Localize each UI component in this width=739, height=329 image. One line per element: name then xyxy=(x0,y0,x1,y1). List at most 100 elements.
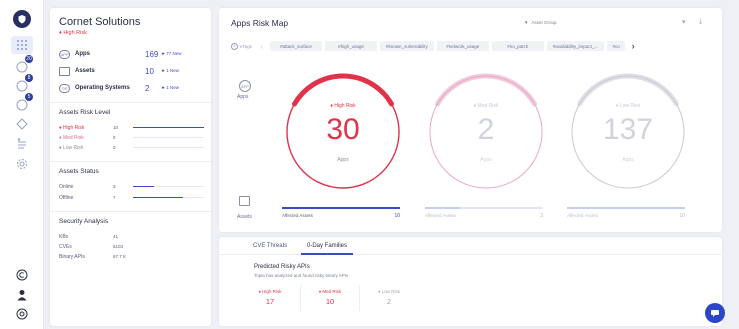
kpi-high-risk[interactable]: ♦ High Risk 17 xyxy=(250,289,290,306)
gauge-high-risk[interactable]: ♦ High Risk 30 Apps xyxy=(282,71,404,193)
asset-row-assets[interactable]: Assets 10 ★ 1 New xyxy=(59,65,205,77)
status-row-offline[interactable]: Offline 7 xyxy=(59,193,204,202)
status-bar xyxy=(133,185,204,188)
asset-count: 10 xyxy=(145,66,154,76)
apps-icon[interactable]: 20 xyxy=(11,55,33,75)
affected-assets-label: Affected Assets xyxy=(567,213,598,218)
affected-assets-bar-low xyxy=(567,207,685,210)
assets-badge: 8 xyxy=(25,74,33,82)
etags-text: eTags xyxy=(240,43,253,49)
predicted-risky-apis-subtitle: Topia has analyzed and found risky binar… xyxy=(254,273,349,278)
divider xyxy=(50,102,211,103)
kpi-low-risk[interactable]: ♦ Low Risk 2 xyxy=(369,289,409,306)
status-count: 7 xyxy=(113,195,116,200)
asset-count: 169 xyxy=(145,49,159,59)
assets-icon[interactable]: 8 xyxy=(11,74,33,94)
security-label: Binary APIs xyxy=(59,253,85,260)
status-bar xyxy=(133,196,204,199)
asset-name: Operating Systems xyxy=(75,85,130,91)
affected-assets-label: Affected Assets xyxy=(425,213,456,218)
alerts-badge: 5 xyxy=(25,93,33,101)
tag-chip[interactable]: #no_patch xyxy=(491,41,544,51)
filter-icon: ▼ xyxy=(524,20,529,25)
panel-title: Apps Risk Map xyxy=(231,18,289,28)
risk-label: ♦ Med Risk xyxy=(59,134,84,141)
divider xyxy=(50,211,211,212)
gauge-arc xyxy=(435,73,537,107)
security-value: 41 xyxy=(113,234,119,239)
affected-assets-bar-high xyxy=(282,207,400,210)
download-icon[interactable]: ⤓ xyxy=(699,18,702,26)
org-name: Cornet Solutions xyxy=(59,16,141,28)
active-tab-indicator xyxy=(301,253,353,255)
tag-chip[interactable]: #network_usage xyxy=(436,41,489,51)
help-icon[interactable] xyxy=(11,305,33,323)
risk-count: 0 xyxy=(113,135,116,140)
alerts-icon[interactable]: 5 xyxy=(11,93,33,113)
asset-row-os[interactable]: OS Operating Systems 2 ★ 1 New xyxy=(59,82,205,94)
scroll-right-icon[interactable]: › xyxy=(628,41,638,51)
security-row-binary-apis[interactable]: Binary APIs 67.7 K xyxy=(59,252,204,261)
gauge-label: ♦ High Risk xyxy=(330,103,356,109)
affected-assets-count: 3 xyxy=(540,213,543,219)
gauge-label: ♦ Med Risk xyxy=(473,103,499,109)
tag-chip[interactable]: #availability_impact_... xyxy=(546,41,605,51)
security-label: CVEs xyxy=(59,243,72,250)
asset-new: ★ 77 New xyxy=(161,51,182,56)
kpi-med-risk[interactable]: ♦ Med Risk 10 xyxy=(310,289,350,306)
asset-icon xyxy=(59,66,70,76)
assets-row-icon xyxy=(239,196,250,206)
security-row-cves[interactable]: CVEs 6103 xyxy=(59,242,204,251)
affected-assets-bar-med xyxy=(425,207,543,210)
asset-new: ★ 1 New xyxy=(161,85,180,90)
gauge-value: 2 xyxy=(477,113,495,146)
asset-name: Assets xyxy=(75,68,95,74)
tab-cve-threats[interactable]: CVE Threats xyxy=(253,243,287,249)
divider xyxy=(50,161,211,162)
asset-name: Apps xyxy=(75,51,90,57)
kpi-label: ♦ High Risk xyxy=(258,289,282,294)
affected-assets-count: 10 xyxy=(679,213,685,219)
gauge-sub: Apps xyxy=(337,157,349,163)
risk-level-title: Assets Risk Level xyxy=(59,109,111,116)
topia-logo[interactable] xyxy=(13,10,31,28)
security-value: 67.7 K xyxy=(113,254,127,259)
settings-gear-icon[interactable] xyxy=(11,155,33,173)
reports-icon[interactable] xyxy=(11,135,33,153)
asset-group-filter[interactable]: ▼ Asset Group xyxy=(524,20,556,25)
status-count: 3 xyxy=(113,184,116,189)
risk-count: 10 xyxy=(113,125,119,130)
diamond-icon[interactable] xyxy=(11,115,33,133)
chevron-down-icon[interactable]: ▾ xyxy=(682,18,686,26)
kpi-divider xyxy=(359,285,360,311)
security-row-kbs[interactable]: KBs 41 xyxy=(59,232,204,241)
user-icon[interactable] xyxy=(11,286,33,304)
tag-chip[interactable]: #co xyxy=(607,41,626,51)
chat-button[interactable] xyxy=(705,303,725,323)
copyright-icon[interactable] xyxy=(11,266,33,284)
gauge-low-risk[interactable]: ♦ Low Risk 137 Apps xyxy=(567,71,689,193)
dashboard-icon[interactable] xyxy=(11,36,33,54)
asset-row-apps[interactable]: APP Apps 169 ★ 77 New xyxy=(59,48,205,60)
tag-chip[interactable]: #known_vulnerability xyxy=(380,41,434,51)
scroll-left-icon[interactable]: ‹ xyxy=(257,42,267,51)
app-icon: APP xyxy=(59,49,70,59)
tag-chip[interactable]: #attack_surface xyxy=(270,41,323,51)
risk-row-low[interactable]: ♦ Low Risk 0 xyxy=(59,143,204,152)
risk-row-med[interactable]: ♦ Med Risk 0 xyxy=(59,133,204,142)
chat-icon xyxy=(711,310,719,317)
risk-label: ♦ Low Risk xyxy=(59,144,84,151)
apps-badge: 20 xyxy=(25,55,33,63)
security-value: 6103 xyxy=(113,244,124,249)
status-row-online[interactable]: Online 3 xyxy=(59,182,204,191)
risk-row-high[interactable]: ♦ High Risk 10 xyxy=(59,123,204,132)
gauge-med-risk[interactable]: ♦ Med Risk 2 Apps xyxy=(425,71,547,193)
tab-0-day-families[interactable]: 0-Day Families xyxy=(307,243,347,249)
kpi-divider xyxy=(300,285,301,311)
security-label: KBs xyxy=(59,233,69,240)
kpi-value: 2 xyxy=(386,297,392,306)
etags-row: # eTags ‹ #attack_surface #high_usage #k… xyxy=(231,39,717,53)
gauge-arc xyxy=(292,73,394,107)
tag-chip[interactable]: #high_usage xyxy=(325,41,378,51)
affected-assets-label: Affected Assets xyxy=(282,213,313,218)
